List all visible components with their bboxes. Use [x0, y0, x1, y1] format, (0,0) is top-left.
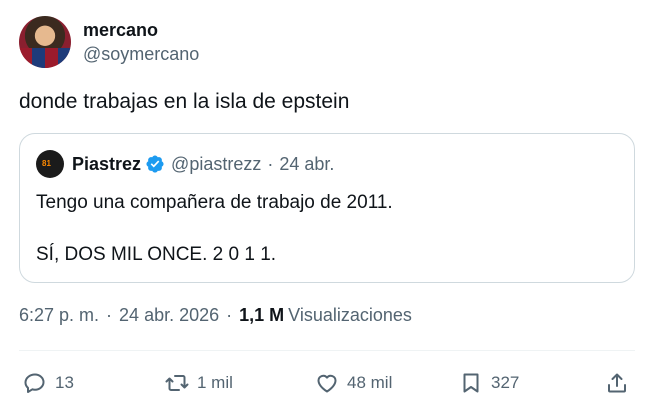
views-count: 1,1 M: [239, 305, 285, 325]
like-count: 48 mil: [347, 373, 393, 392]
meta-dot: ·: [226, 305, 233, 325]
author-display-name[interactable]: mercano: [83, 19, 199, 41]
repost-button[interactable]: 1 mil: [165, 366, 233, 400]
meta-dot: ·: [106, 305, 113, 325]
tweet-time[interactable]: 6:27 p. m.: [19, 305, 99, 326]
quote-display-name[interactable]: Piastrez: [72, 154, 141, 175]
tweet-text: donde trabajas en la isla de epstein: [19, 90, 350, 113]
verified-badge-icon: [146, 155, 164, 173]
reply-count: 13: [55, 373, 74, 392]
quote-avatar[interactable]: [36, 150, 64, 178]
share-icon: [608, 373, 626, 393]
tweet-author: mercano @soymercano: [19, 14, 199, 70]
quote-date[interactable]: 24 abr.: [279, 154, 334, 175]
share-button[interactable]: [605, 366, 629, 400]
author-handle[interactable]: @soymercano: [83, 43, 199, 65]
quote-separator: ·: [267, 153, 274, 174]
tweet-meta: 6:27 p. m. · 24 abr. 2026 · 1,1 M Visual…: [19, 305, 412, 326]
quote-header: Piastrez @piastrezz · 24 abr.: [36, 150, 618, 178]
author-avatar[interactable]: [19, 16, 71, 68]
reply-button[interactable]: 13: [23, 366, 74, 400]
quote-text-line-2: SÍ, DOS MIL ONCE. 2 0 1 1.: [36, 244, 277, 265]
repost-count: 1 mil: [197, 373, 233, 392]
reply-icon: [24, 373, 45, 393]
bookmark-count: 327: [491, 373, 520, 392]
quote-handle[interactable]: @piastrezz: [171, 154, 261, 175]
repost-icon: [165, 375, 189, 391]
tweet-date[interactable]: 24 abr. 2026: [119, 305, 219, 326]
action-bar: 13 1 mil 48 mil 327: [19, 366, 635, 400]
heart-icon: [317, 374, 337, 393]
quoted-tweet[interactable]: Piastrez @piastrezz · 24 abr. Tengo una …: [19, 133, 635, 283]
divider: [19, 350, 635, 351]
like-button[interactable]: 48 mil: [315, 366, 392, 400]
views-label: Visualizaciones: [288, 305, 412, 325]
author-names: mercano @soymercano: [83, 19, 199, 65]
bookmark-button[interactable]: 327: [459, 366, 519, 400]
bookmark-icon: [463, 373, 479, 393]
quote-text-line-1: Tengo una compañera de trabajo de 2011.: [36, 192, 393, 213]
